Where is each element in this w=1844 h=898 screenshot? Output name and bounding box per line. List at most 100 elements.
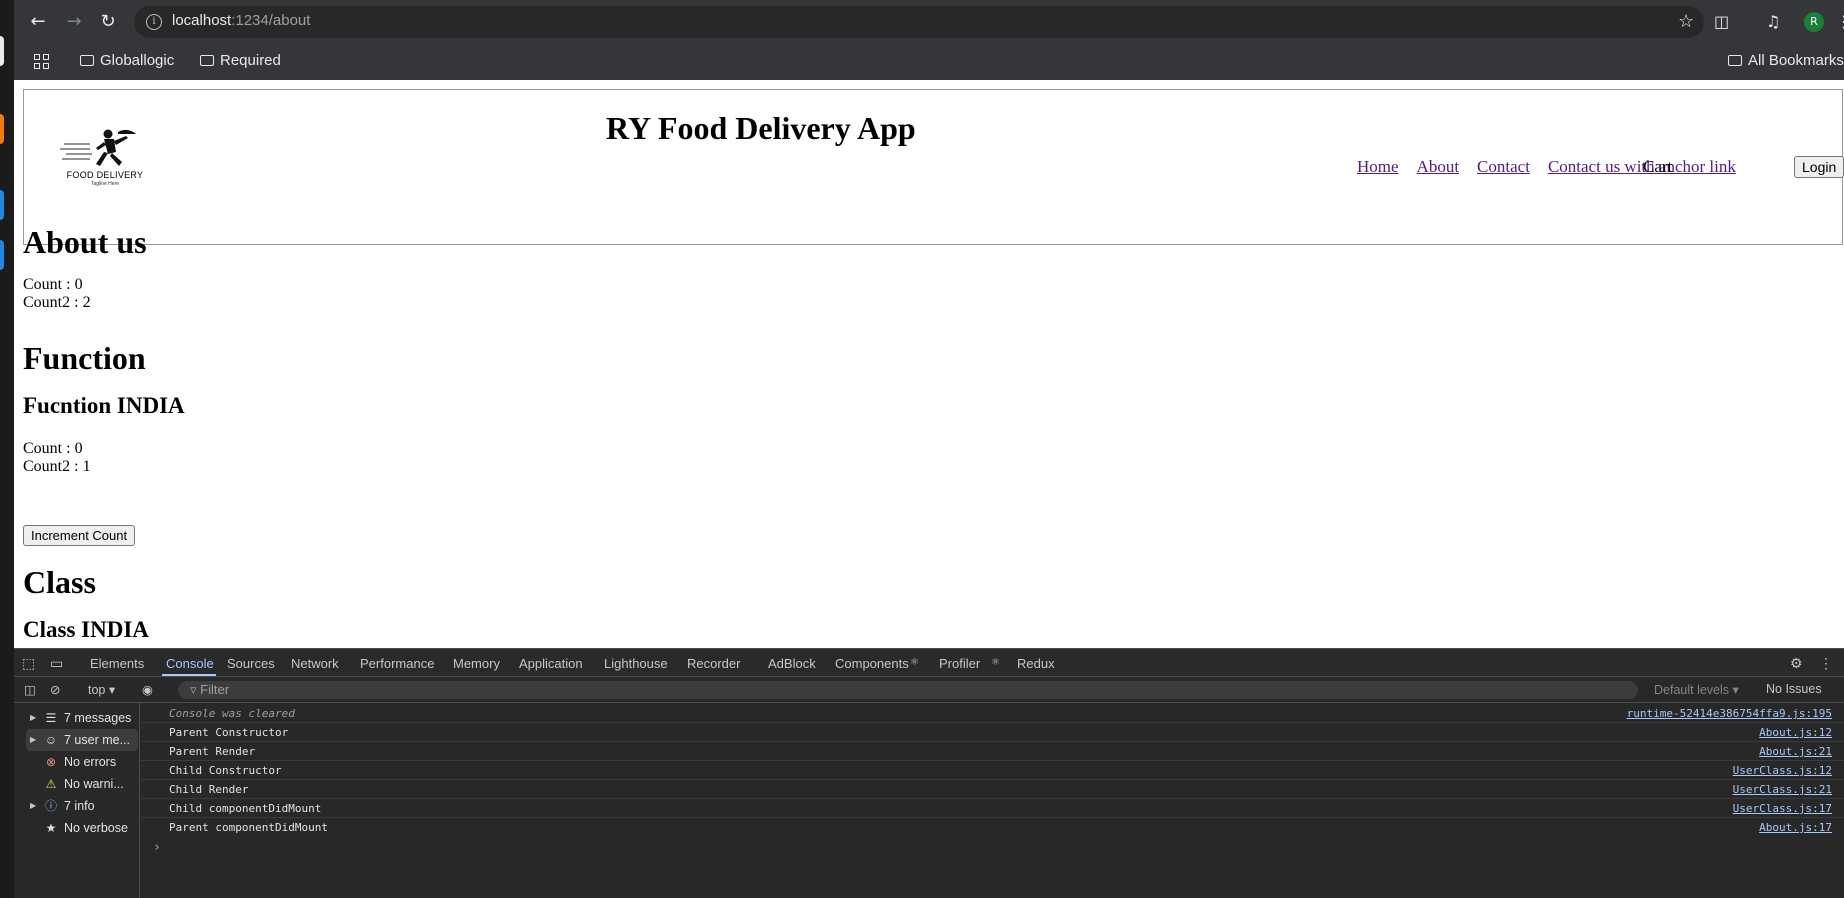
nav-about-link[interactable]: About <box>1417 157 1460 176</box>
dock-app-indicator[interactable] <box>0 240 4 270</box>
site-info-icon[interactable]: i <box>146 14 162 30</box>
tab-console[interactable]: Console <box>166 656 214 671</box>
class-heading: Class <box>23 564 96 600</box>
sidebar-toggle-icon[interactable]: ◫ <box>24 682 36 697</box>
log-levels-dropdown[interactable]: Default levels ▾ <box>1654 682 1739 697</box>
tab-performance[interactable]: Performance <box>360 656 434 671</box>
tab-memory[interactable]: Memory <box>453 656 500 671</box>
bookmark-required[interactable]: Required <box>200 52 281 69</box>
profile-avatar[interactable]: R <box>1804 12 1824 32</box>
console-prompt[interactable]: › <box>153 840 161 855</box>
warning-icon: ⚠ <box>45 777 57 791</box>
tab-elements[interactable]: Elements <box>90 656 144 671</box>
app-title: RY Food Delivery App <box>606 110 916 146</box>
error-icon: ⊗ <box>45 755 57 769</box>
device-toolbar-icon[interactable]: ▭ <box>50 655 63 672</box>
class-subheading: Class INDIA <box>23 617 149 642</box>
settings-gear-icon[interactable]: ⚙ <box>1790 655 1803 672</box>
menu-icon[interactable]: ⋮ <box>1836 12 1844 31</box>
extensions-icon[interactable]: ◫ <box>1714 12 1729 31</box>
sidebar-verbose[interactable]: ★ No verbose <box>26 817 138 839</box>
url-text[interactable]: localhost:1234/about <box>172 12 310 29</box>
issues-counter[interactable]: No Issues <box>1766 682 1822 696</box>
bookmark-star-icon[interactable]: ☆ <box>1678 11 1694 32</box>
expand-triangle-icon: ▶ <box>30 735 37 744</box>
list-icon: ☰ <box>45 711 57 725</box>
tab-lighthouse[interactable]: Lighthouse <box>604 656 668 671</box>
function-subheading: Fucntion INDIA <box>23 393 185 418</box>
tab-profiler[interactable]: Profiler <box>939 656 980 671</box>
source-link[interactable]: UserClass.js:21 <box>1733 783 1832 796</box>
sidebar-user-messages[interactable]: ▶ ☺ 7 user me... <box>26 729 138 751</box>
folder-icon <box>1728 55 1742 66</box>
sidebar-errors[interactable]: ⊗ No errors <box>26 751 138 773</box>
os-dock <box>0 0 14 898</box>
login-button[interactable]: Login <box>1794 156 1844 178</box>
reload-icon[interactable]: ↻ <box>96 10 120 34</box>
context-selector[interactable]: top ▾ <box>88 682 115 697</box>
active-tab-indicator <box>162 674 216 676</box>
tab-components[interactable]: Components <box>835 656 909 671</box>
tab-sources[interactable]: Sources <box>227 656 275 671</box>
console-row: Console was cleared runtime-52414e386754f… <box>141 704 1844 723</box>
logo[interactable]: FOOD DELIVERY Tagline Here <box>60 128 150 198</box>
function-count2: Count2 : 1 <box>23 458 91 475</box>
about-count2: Count2 : 2 <box>23 294 91 311</box>
source-link[interactable]: About.js:12 <box>1759 726 1832 739</box>
live-expression-eye-icon[interactable]: ◉ <box>142 682 153 697</box>
tab-network[interactable]: Network <box>291 656 339 671</box>
console-toolbar: ◫ ⊘ top ▾ ◉ ▿ Filter Default levels ▾ No… <box>14 677 1844 703</box>
clear-console-icon[interactable]: ⊘ <box>50 682 60 697</box>
sidebar-messages[interactable]: ▶ ☰ 7 messages <box>26 707 138 729</box>
source-link[interactable]: UserClass.js:17 <box>1733 802 1832 815</box>
tab-recorder[interactable]: Recorder <box>687 656 740 671</box>
console-row: Parent componentDidMount About.js:17 <box>169 821 1832 834</box>
source-link[interactable]: UserClass.js:12 <box>1733 764 1832 777</box>
dock-app-indicator[interactable] <box>0 114 4 144</box>
function-count: Count : 0 <box>23 440 83 457</box>
console-row: Parent Render About.js:21 <box>141 742 1844 761</box>
source-link[interactable]: runtime-52414e386754ffa9.js:195 <box>1627 707 1832 720</box>
more-options-icon[interactable]: ⋮ <box>1819 655 1833 672</box>
nav-home-link[interactable]: Home <box>1357 157 1399 176</box>
apps-grid-icon[interactable] <box>34 54 50 70</box>
source-link[interactable]: About.js:21 <box>1759 745 1832 758</box>
info-icon: ⓘ <box>44 799 57 813</box>
filter-input[interactable]: ▿ Filter <box>178 681 1638 699</box>
console-output: Console was cleared runtime-52414e386754f… <box>141 703 1844 898</box>
bookmark-globallogic[interactable]: Globallogic <box>80 52 174 69</box>
cart-label[interactable]: Cart <box>1643 157 1672 177</box>
about-heading: About us <box>23 224 147 260</box>
media-control-icon[interactable]: ♫ <box>1766 12 1780 31</box>
forward-icon[interactable]: → <box>62 10 86 34</box>
console-sidebar: ▶ ☰ 7 messages ▶ ☺ 7 user me... ⊗ No errors ⚠… <box>14 703 140 898</box>
app-header: FOOD DELIVERY Tagline Here RY Food Deliv… <box>23 89 1844 245</box>
expand-triangle-icon: ▶ <box>30 801 37 810</box>
console-row: Child Constructor UserClass.js:12 <box>141 761 1844 780</box>
all-bookmarks[interactable]: All Bookmarks <box>1728 52 1844 69</box>
back-icon[interactable]: ← <box>26 10 50 34</box>
nav-contact-anchor-link[interactable]: Contact us with anchor link <box>1548 157 1736 176</box>
tab-application[interactable]: Application <box>519 656 583 671</box>
source-link[interactable]: About.js:17 <box>1759 821 1832 834</box>
sidebar-warnings[interactable]: ⚠ No warni... <box>26 773 138 795</box>
react-icon: ⚛ <box>991 657 1000 668</box>
folder-icon <box>200 55 214 66</box>
dock-app-indicator[interactable] <box>0 190 4 220</box>
address-bar-row: ← → ↻ i localhost:1234/about ☆ ◫ ♫ R ⋮ <box>14 0 1844 44</box>
omnibox[interactable]: i localhost:1234/about ☆ <box>134 6 1704 38</box>
page-content: FOOD DELIVERY Tagline Here RY Food Deliv… <box>14 80 1844 648</box>
nav-contact-link[interactable]: Contact <box>1477 157 1530 176</box>
inspect-element-icon[interactable]: ⬚ <box>22 655 35 672</box>
sidebar-info[interactable]: ▶ ⓘ 7 info <box>26 795 138 817</box>
dock-app-indicator[interactable] <box>0 36 4 66</box>
tab-adblock[interactable]: AdBlock <box>768 656 816 671</box>
expand-triangle-icon: ▶ <box>30 713 37 722</box>
devtools-tab-bar: ⬚ ▭ Elements Console Sources Network Per… <box>14 649 1844 677</box>
console-row: Child Render UserClass.js:21 <box>141 780 1844 799</box>
bug-icon: ★ <box>45 821 57 835</box>
tab-redux[interactable]: Redux <box>1017 656 1055 671</box>
increment-count-button[interactable]: Increment Count <box>23 525 136 546</box>
browser-chrome: ← → ↻ i localhost:1234/about ☆ ◫ ♫ R ⋮ G… <box>14 0 1844 80</box>
devtools-panel: ⬚ ▭ Elements Console Sources Network Per… <box>14 648 1844 898</box>
